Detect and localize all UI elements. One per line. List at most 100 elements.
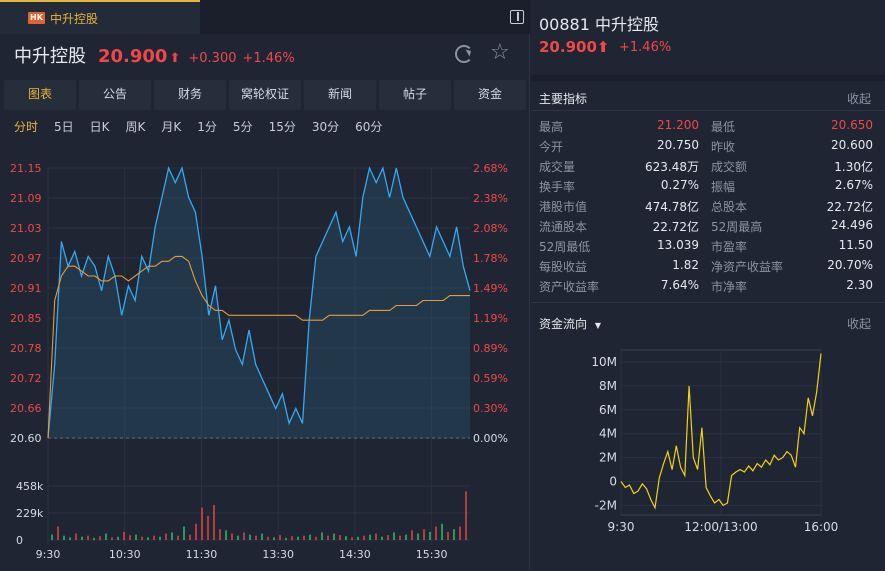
y-tick-right: 1.78% [473, 252, 508, 265]
period-2[interactable]: 日K [90, 118, 110, 138]
period-4[interactable]: 月K [161, 118, 181, 138]
metric-label: 每股收益 [539, 260, 588, 274]
metric-label: 总股本 [711, 200, 748, 214]
chart-panel: HK 中升控股 中升控股 20.900 ⬆ +0.300 +1.46% ☆ 图表… [0, 0, 530, 571]
y-tick-left: 20.66 [10, 402, 42, 415]
refresh-icon[interactable] [455, 45, 473, 63]
tab-bar: HK 中升控股 [0, 0, 530, 34]
metric-row: 每股收益 1.82 净资产收益率 20.70% [539, 256, 873, 276]
tab-1[interactable]: 公告 [79, 80, 151, 110]
volume-bar [177, 535, 179, 540]
volume-bar [261, 533, 263, 540]
metric-row: 成交量 623.48万 成交额 1.30亿 [539, 156, 873, 176]
volume-bar [387, 535, 389, 540]
metric-label: 52周最低 [539, 240, 591, 254]
tab-0[interactable]: 图表 [4, 80, 76, 110]
flow-y-tick: -2M [595, 498, 617, 512]
last-price: 20.900 [98, 46, 168, 67]
up-arrow-icon: ⬆ [169, 51, 181, 66]
volume-bar [291, 536, 293, 540]
period-5[interactable]: 1分 [197, 118, 217, 138]
volume-bar [207, 515, 209, 540]
volume-bar [219, 529, 221, 540]
stock-name: 中升控股 [14, 46, 86, 67]
fund-flow-collapse-button[interactable]: 收起 [847, 315, 871, 332]
period-8[interactable]: 30分 [312, 118, 339, 138]
y-tick-right: 1.19% [473, 312, 508, 325]
metric-value: 20.750 [657, 138, 699, 152]
tab-6[interactable]: 资金 [454, 80, 526, 110]
volume-bar [129, 535, 131, 540]
volume-bar [465, 491, 467, 540]
volume-bar [201, 507, 203, 540]
y-tick-left: 20.78 [10, 342, 42, 355]
favorite-star-icon[interactable]: ☆ [490, 41, 510, 65]
volume-bar [453, 529, 455, 540]
flow-y-tick: 6M [599, 403, 617, 417]
volume-bar [99, 536, 101, 540]
metric-value: 22.72亿 [826, 200, 873, 214]
metric-value: 1.82 [672, 258, 699, 272]
metric-row: 港股市值 474.78亿 总股本 22.72亿 [539, 196, 873, 216]
volume-bar [405, 534, 407, 540]
period-0[interactable]: 分时 [14, 118, 38, 138]
volume-bar [117, 536, 119, 540]
flow-x-tick: 12:00/13:00 [684, 520, 757, 534]
period-6[interactable]: 5分 [233, 118, 253, 138]
volume-bar [399, 535, 401, 540]
volume-bar [105, 533, 107, 540]
volume-bar [195, 523, 197, 540]
y-tick-right: 0.00% [473, 432, 508, 445]
x-tick: 9:30 [36, 548, 61, 561]
volume-bar [351, 537, 353, 540]
tab-stock[interactable]: HK 中升控股 [0, 0, 200, 34]
metric-row: 资产收益率 7.64% 市净率 2.30 [539, 276, 873, 296]
volume-bar [363, 535, 365, 540]
split-panel-icon[interactable] [510, 10, 524, 24]
metric-row: 换手率 0.27% 振幅 2.67% [539, 176, 873, 196]
volume-bar [381, 536, 383, 540]
period-3[interactable]: 周K [126, 118, 146, 138]
volume-tick: 458k [16, 480, 44, 493]
metrics-collapse-button[interactable]: 收起 [847, 90, 871, 107]
intraday-chart[interactable]: 21.15 2.68% 21.09 2.38% 21.03 2.08% 20.97 1.78%… [0, 150, 530, 571]
period-9[interactable]: 60分 [355, 118, 382, 138]
tab-3[interactable]: 窝轮权证 [229, 80, 301, 110]
volume-bar [159, 536, 161, 540]
period-1[interactable]: 5日 [54, 118, 74, 138]
volume-bar [171, 532, 173, 540]
metric-label: 成交额 [711, 160, 748, 174]
metric-label: 昨收 [711, 140, 736, 154]
volume-bar [441, 523, 443, 540]
volume-bar [309, 534, 311, 540]
volume-bar [255, 535, 257, 540]
fund-flow-title[interactable]: 资金流向 ▼ [539, 315, 601, 332]
metric-value: 623.48万 [645, 160, 699, 174]
y-tick-left: 20.72 [10, 372, 42, 385]
metric-label: 换手率 [539, 180, 576, 194]
volume-bar [81, 536, 83, 540]
metric-label: 振幅 [711, 180, 736, 194]
volume-bar [63, 535, 65, 540]
metric-label: 最低 [711, 120, 736, 134]
volume-bar [339, 535, 341, 540]
y-tick-right: 2.38% [473, 192, 508, 205]
fund-flow-chart[interactable]: 10M 8M 6M 4M 2M 0 -2M 9:30 12:00/13:00 16:00 [531, 340, 885, 540]
x-tick: 10:30 [109, 548, 141, 561]
volume-bar [285, 537, 287, 540]
period-7[interactable]: 15分 [269, 118, 296, 138]
y-tick-right: 0.89% [473, 342, 508, 355]
app-window: HK 中升控股 中升控股 20.900 ⬆ +0.300 +1.46% ☆ 图表… [0, 0, 885, 571]
volume-bar [315, 536, 317, 540]
flow-y-tick: 10M [591, 355, 617, 369]
tab-2[interactable]: 财务 [154, 80, 226, 110]
metric-value: 0.27% [660, 178, 699, 192]
y-tick-left: 20.91 [10, 282, 42, 295]
volume-bar [123, 531, 125, 540]
metric-value: 474.78亿 [645, 200, 699, 214]
volume-bar [231, 533, 233, 540]
tab-5[interactable]: 帖子 [379, 80, 451, 110]
tab-4[interactable]: 新闻 [304, 80, 376, 110]
volume-bar [141, 536, 143, 540]
volume-bar [153, 535, 155, 540]
